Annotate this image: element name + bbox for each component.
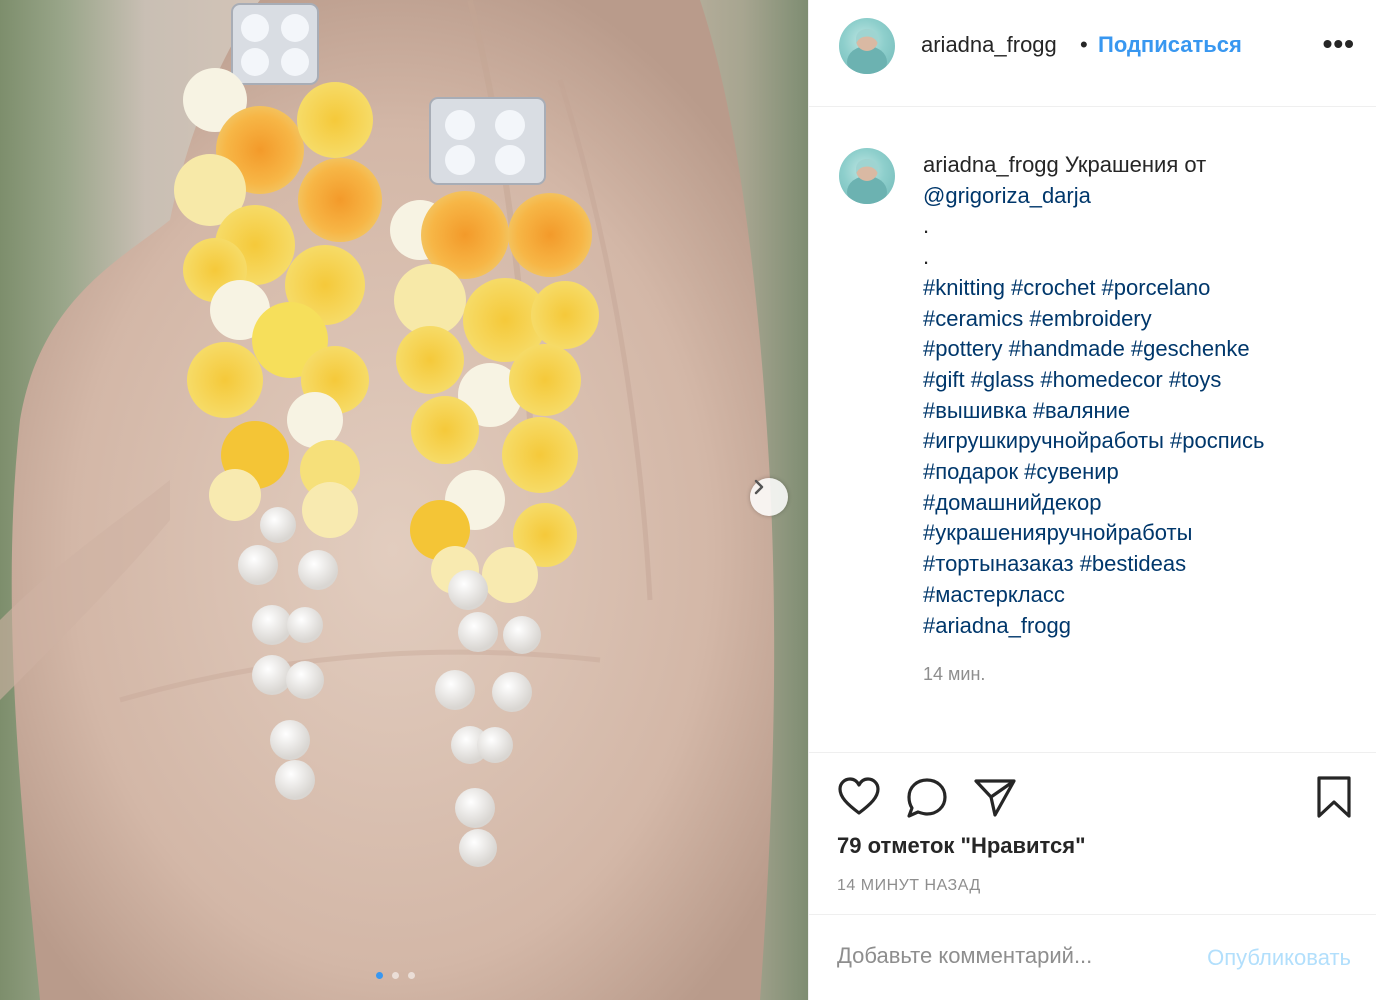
caption-dot-line: . [923,213,930,239]
next-slide-button[interactable] [750,478,788,516]
caption-dot-line: . [923,244,930,270]
comment-input[interactable] [837,943,1167,969]
caption-avatar[interactable] [839,148,895,204]
avatar-image [847,159,887,204]
hashtag-line[interactable]: #домашнийдекор [923,488,1353,519]
likes-count[interactable]: 79 отметок "Нравится" [837,833,1086,859]
post-sidebar: ariadna_frogg • Подписаться ••• ariadna_… [808,0,1376,1000]
hashtag-line[interactable]: #мастеркласс [923,580,1353,611]
heart-icon[interactable] [837,777,881,817]
comment-bar: Опубликовать [809,914,1376,1001]
separator-dot: • [1080,32,1088,57]
hashtag-line[interactable]: #ceramics #embroidery [923,304,1353,335]
carousel-dot [376,972,383,979]
hashtag-line[interactable]: #подарок #сувенир [923,457,1353,488]
comment-icon[interactable] [905,777,949,819]
caption-mention[interactable]: @grigoriza_darja [923,183,1091,208]
hashtag-line[interactable]: #gift #glass #homedecor #toys [923,365,1353,396]
post-time-ago: 14 МИНУТ НАЗАД [837,877,981,894]
share-icon[interactable] [973,777,1017,819]
caption-text: Украшения от [1064,152,1207,177]
carousel-indicator [376,972,415,979]
avatar[interactable] [839,18,895,74]
publish-comment-button[interactable]: Опубликовать [1207,945,1351,971]
hashtag-line[interactable]: #вышивка #валяние [923,396,1353,427]
post-header: ariadna_frogg • Подписаться ••• [809,0,1376,107]
hashtag-line[interactable]: #pottery #handmade #geschenke [923,334,1353,365]
bookmark-icon[interactable] [1315,775,1353,819]
caption-timestamp: 14 мин. [923,664,986,684]
hashtag-line[interactable]: #игрушкиручнойработы #роспись [923,426,1353,457]
post-photo[interactable] [0,0,808,1000]
avatar-image [847,29,887,74]
carousel-dot [392,972,399,979]
post-caption: ariadna_frogg Украшения от @grigoriza_da… [923,150,1353,641]
hashtag-line[interactable]: #украшенияручнойработы [923,518,1353,549]
carousel-dot [408,972,415,979]
earrings-photo [0,0,775,1000]
hashtag-line[interactable]: #тортыназаказ #bestideas [923,549,1353,580]
more-options-icon[interactable]: ••• [1323,30,1355,58]
header-username[interactable]: ariadna_frogg [921,32,1057,58]
follow-button[interactable]: Подписаться [1098,32,1242,58]
hashtag-line[interactable]: #ariadna_frogg [923,611,1353,642]
hashtag-line[interactable]: #knitting #crochet #porcelano [923,273,1353,304]
caption-username[interactable]: ariadna_frogg [923,152,1059,177]
chevron-right-icon [754,479,764,495]
